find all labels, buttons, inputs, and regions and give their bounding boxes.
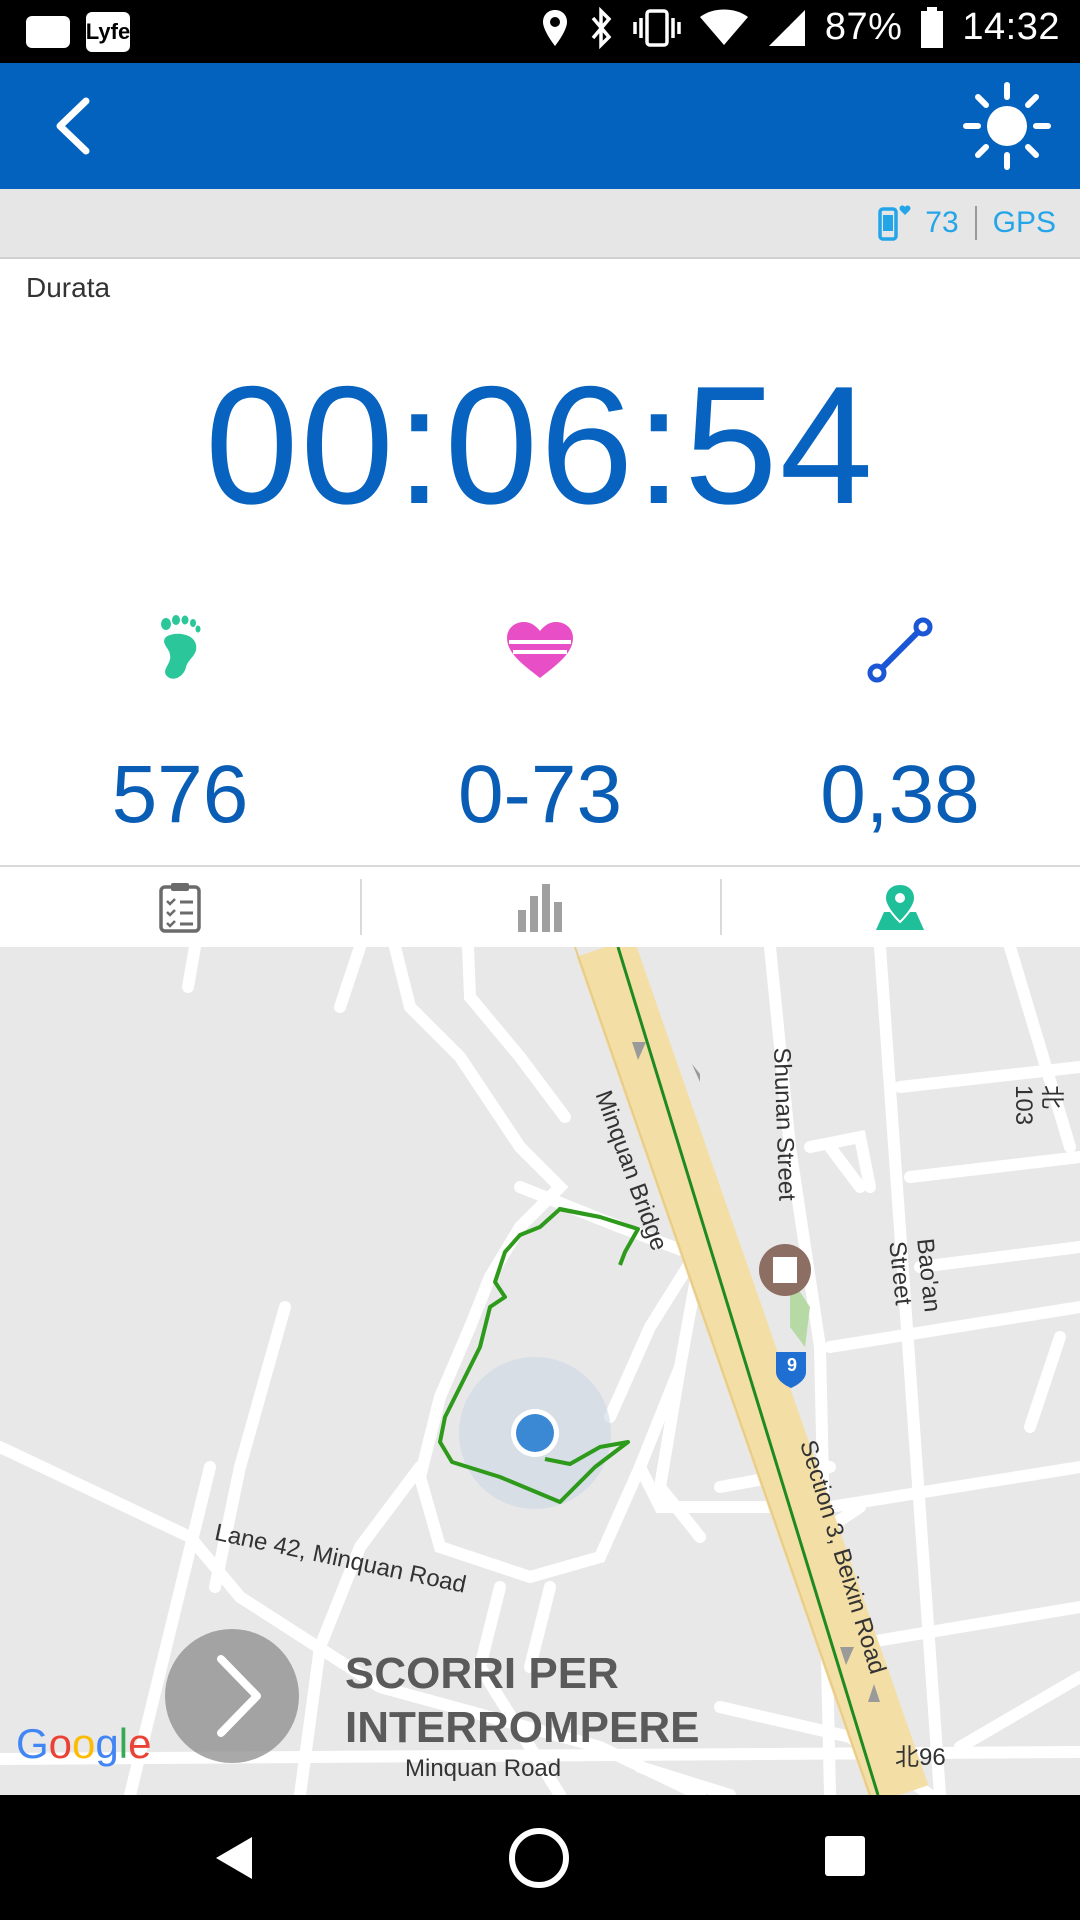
- distance-stat: 0,38: [720, 610, 1080, 840]
- chevron-right-icon: [217, 1655, 261, 1737]
- google-logo: Google: [16, 1720, 152, 1767]
- tab-summary[interactable]: [0, 867, 360, 947]
- nav-back-icon[interactable]: [212, 1835, 256, 1881]
- slide-stop-line2: INTERROMPERE: [345, 1703, 700, 1752]
- footprint-icon: [161, 615, 201, 679]
- steps-stat: 576: [0, 610, 360, 840]
- display-mode-button[interactable]: [962, 81, 1052, 171]
- distance-icon: [867, 617, 933, 683]
- back-button[interactable]: [40, 93, 110, 159]
- watch-heart-icon: [878, 205, 911, 241]
- battery-percent: 87%: [824, 6, 903, 48]
- map-label-street: Shunan Street: [768, 1047, 801, 1202]
- heart-rate-stat: 0-73: [360, 610, 720, 840]
- status-bar: Lyfe 87% 14:32: [0, 0, 1080, 63]
- wifi-icon: [699, 9, 748, 45]
- tab-bar: [0, 865, 1080, 949]
- slide-stop-line1: SCORRI PER: [345, 1649, 619, 1698]
- bluetooth-icon: [591, 6, 612, 49]
- location-icon: [542, 9, 567, 46]
- sd-card-icon: [26, 16, 70, 48]
- bar-chart-icon: [518, 884, 562, 932]
- clipboard-icon: [159, 883, 201, 933]
- route-shield-label: 9: [786, 1355, 797, 1375]
- tab-charts[interactable]: [360, 867, 720, 947]
- gps-status: GPS: [992, 206, 1056, 239]
- nav-recents-icon[interactable]: [824, 1835, 866, 1877]
- sun-icon: [963, 82, 1051, 170]
- system-nav-bar: [0, 1795, 1080, 1920]
- app-bar: [0, 63, 1080, 189]
- battery-icon: [921, 6, 944, 48]
- device-info-bar: 73 GPS: [0, 189, 1080, 259]
- nav-home-icon[interactable]: [508, 1827, 570, 1889]
- vibrate-icon: [633, 8, 681, 47]
- divider: [974, 206, 977, 240]
- map-label-road: Minquan Road: [405, 1755, 562, 1782]
- cellular-icon: [768, 9, 805, 46]
- lyfe-app-icon: Lyfe: [86, 12, 130, 52]
- duration-label: Durata: [26, 272, 111, 303]
- slide-stop-handle[interactable]: [165, 1629, 299, 1763]
- map-label-road: 北96: [895, 1744, 946, 1771]
- duration-timer: 00:06:54: [205, 351, 875, 539]
- tab-map[interactable]: [720, 867, 1080, 947]
- map-label-road: 北103: [1010, 1085, 1065, 1126]
- chevron-left-icon: [56, 97, 90, 155]
- heart-icon: [507, 622, 573, 678]
- map-view[interactable]: Minquan Bridge Shunan Street Bao'an Stre…: [0, 947, 1080, 1795]
- map-pin-icon: [876, 882, 924, 930]
- clock: 14:32: [962, 6, 1060, 48]
- slide-stop-text: SCORRI PER INTERROMPERE: [345, 1647, 699, 1755]
- heart-rate-value: 73: [925, 206, 959, 239]
- distance-value: 0,38: [820, 749, 980, 840]
- heart-rate-range-value: 0-73: [457, 749, 623, 840]
- steps-value: 576: [111, 749, 249, 840]
